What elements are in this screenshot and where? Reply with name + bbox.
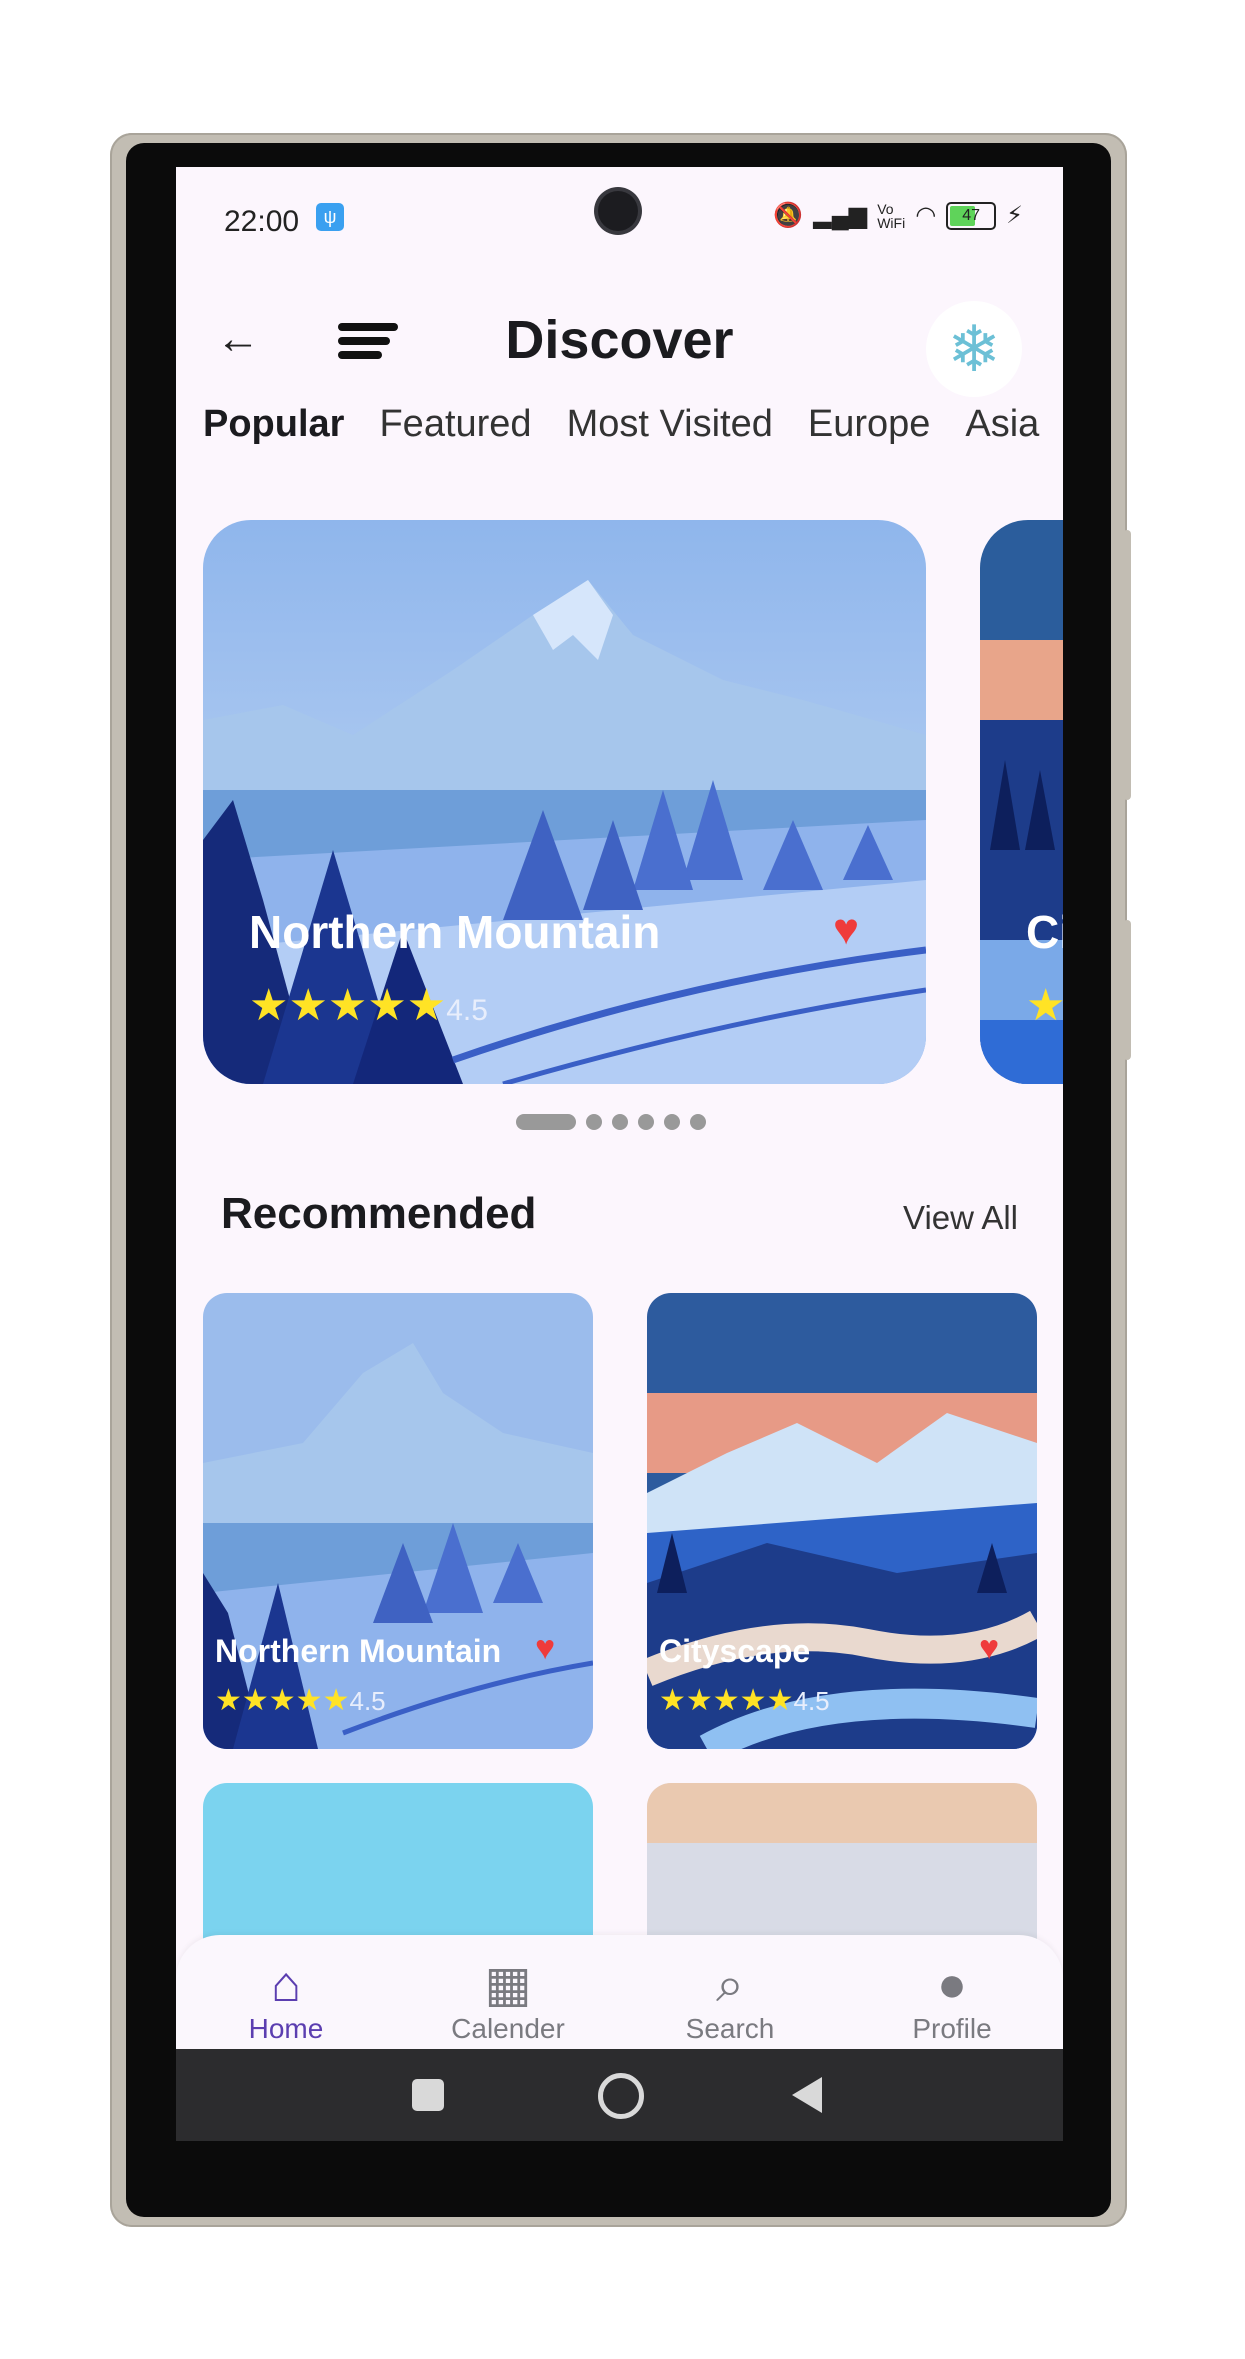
rating-value: 4.5 [793,1686,830,1716]
card-title: Northern Mountain [215,1633,502,1669]
back-button[interactable] [792,2077,822,2113]
indicator-dot[interactable] [612,1114,628,1130]
view-all-link[interactable]: View All [903,1199,1018,1237]
home-icon: ⌂ [270,1956,302,2012]
indicator-dot[interactable] [690,1114,706,1130]
rating-stars: ★★★★★4.5 [659,1684,830,1717]
nav-calendar[interactable]: ▦ Calender [408,1955,608,2045]
recommended-card-cityscape[interactable]: Cityscape ♥ ★★★★★4.5 [647,1293,1037,1749]
nav-label: Search [685,2013,775,2044]
section-title: Recommended [221,1189,537,1238]
indicator-dot[interactable] [638,1114,654,1130]
nav-label: Calender [451,2013,565,2044]
indicator-dot-active[interactable] [516,1114,576,1130]
nav-label: Home [248,2013,324,2044]
tab-popular[interactable]: Popular [203,403,344,446]
home-button[interactable] [598,2073,644,2119]
profile-icon: ● [936,1956,968,2012]
rating-value: 4.5 [446,994,488,1027]
side-button [1123,530,1131,800]
battery-icon: 47 [946,201,997,230]
system-navigation-bar [176,2049,1063,2141]
favorite-heart-icon[interactable]: ♥ [979,1629,999,1668]
top-bar: ← Discover ❄ [176,267,1063,407]
nav-profile[interactable]: ● Profile [852,1955,1052,2045]
usb-icon: ψ [316,203,344,231]
rating-stars: ★★★★★4.5 [215,1684,386,1717]
search-icon: ⌕ [716,1956,744,2012]
signal-icon: ▂▄▆ [813,202,868,229]
app-screen: 22:00 ψ 🔕 ▂▄▆ Vo WiFi ◠ 47 ⚡ ← Discover ❄… [176,167,1063,2141]
snowflake-logo-icon[interactable]: ❄ [926,301,1022,397]
status-time: 22:00 [224,205,300,238]
card-title: Ci [1026,906,1063,958]
carousel-indicator [516,1114,706,1130]
card-title: Cityscape [659,1633,811,1669]
rating-stars: ★★★★★4.5 [249,981,488,1030]
snowy-valley-illustration [647,1293,1037,1749]
recommended-card-northern-mountain[interactable]: Northern Mountain ♥ ★★★★★4.5 [203,1293,593,1749]
side-button [1123,920,1131,1060]
calendar-icon: ▦ [484,1956,532,2012]
carousel-card-next[interactable]: Ci ★ [980,520,1063,1084]
nav-home[interactable]: ⌂ Home [186,1955,386,2045]
charging-icon: ⚡ [1006,202,1023,229]
category-tabs: Popular Featured Most Visited Europe Asi… [203,403,1039,446]
status-bar: 22:00 ψ 🔕 ▂▄▆ Vo WiFi ◠ 47 ⚡ [176,167,1063,267]
indicator-dot[interactable] [586,1114,602,1130]
tab-most-visited[interactable]: Most Visited [567,403,773,446]
rating-value: 4.5 [349,1686,386,1716]
nav-label: Profile [912,2013,992,2044]
rating-stars: ★ [1026,981,1063,1030]
indicator-dot[interactable] [664,1114,680,1130]
mute-icon: 🔕 [773,202,804,229]
tab-asia[interactable]: Asia [965,403,1039,446]
bottom-navigation: ⌂ Home ▦ Calender ⌕ Search ● Profile [176,1935,1063,2049]
recents-button[interactable] [412,2079,444,2111]
wifi-icon: ◠ [915,202,937,229]
status-icons: 🔕 ▂▄▆ Vo WiFi ◠ 47 ⚡ [773,201,1023,230]
front-camera [598,191,638,231]
mountain-illustration [203,1293,593,1749]
carousel-card-northern-mountain[interactable]: Northern Mountain ♥ ★★★★★4.5 [203,520,926,1084]
vowifi-icon: Vo WiFi [877,200,906,231]
tab-featured[interactable]: Featured [379,403,531,446]
nav-search[interactable]: ⌕ Search [630,1955,830,2045]
card-title: Northern Mountain [249,906,661,958]
favorite-heart-icon[interactable]: ♥ [535,1629,555,1668]
tab-europe[interactable]: Europe [808,403,931,446]
favorite-heart-icon[interactable]: ♥ [833,905,859,955]
